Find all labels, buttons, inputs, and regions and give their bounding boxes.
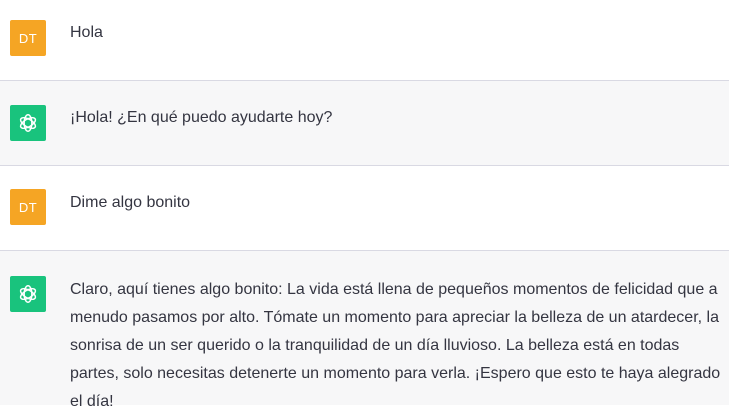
user-avatar-initials: DT <box>18 199 38 215</box>
assistant-avatar <box>10 105 46 141</box>
user-avatar-initials: DT <box>18 30 38 46</box>
user-avatar: DT <box>10 189 46 225</box>
user-message: DT Hola <box>0 0 729 81</box>
message-text: Dime algo bonito <box>70 194 191 211</box>
assistant-message: ¡Hola! ¿En qué puedo ayudarte hoy? <box>0 81 729 166</box>
user-avatar: DT <box>10 20 46 56</box>
message-text: Claro, aquí tienes algo bonito: La vida … <box>70 281 721 410</box>
message-text: Hola <box>70 24 103 41</box>
assistant-avatar <box>10 276 46 312</box>
chat-thread: DT Hola ¡Hola! ¿En qué puedo ayudarte ho… <box>0 0 729 410</box>
openai-logo-icon <box>19 285 37 303</box>
openai-logo-icon <box>19 114 37 132</box>
assistant-message: Claro, aquí tienes algo bonito: La vida … <box>0 251 729 410</box>
message-text: ¡Hola! ¿En qué puedo ayudarte hoy? <box>70 109 333 126</box>
user-message: DT Dime algo bonito <box>0 166 729 251</box>
